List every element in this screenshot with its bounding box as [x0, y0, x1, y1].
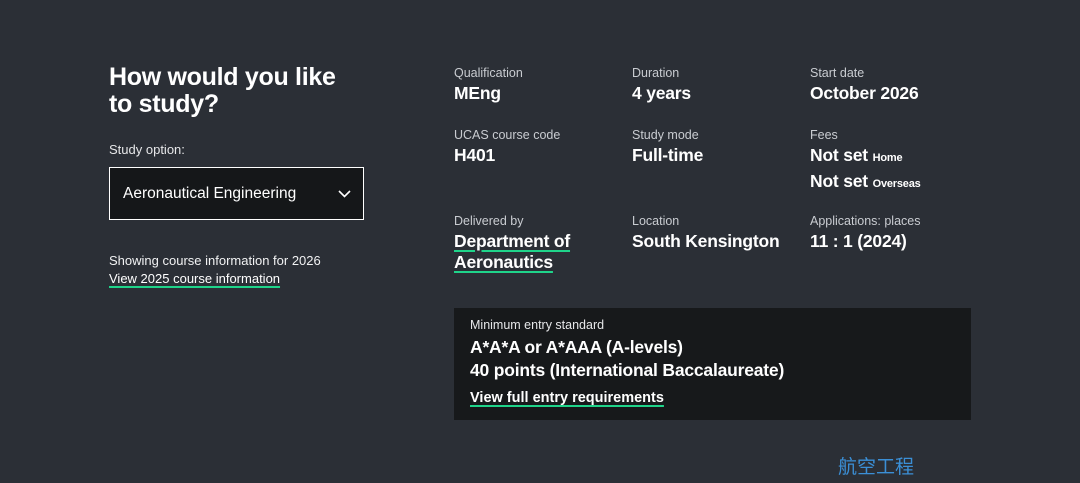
study-option-value: Aeronautical Engineering — [123, 184, 297, 202]
location-value: South Kensington — [632, 231, 780, 251]
location-label: Location — [632, 214, 680, 228]
fees-home-suffix: Home — [872, 152, 903, 164]
entry-ib: 40 points (International Baccalaureate) — [470, 360, 785, 380]
duration-cell: Duration 4 years — [632, 66, 691, 104]
view-2025-link[interactable]: View 2025 course information — [109, 270, 280, 288]
caption-text: 航空工程 — [838, 456, 915, 478]
fees-home: Not set Home — [810, 145, 921, 169]
qualification-cell: Qualification MEng — [454, 66, 523, 104]
applications-value: 11 : 1 (2024) — [810, 231, 907, 251]
applications-label: Applications: places — [810, 214, 921, 228]
study-heading: How would you like to study? — [109, 63, 336, 118]
fees-overseas-suffix: Overseas — [872, 178, 921, 190]
entry-title: Minimum entry standard — [470, 318, 605, 332]
start-date-value: October 2026 — [810, 83, 919, 103]
showing-text: Showing course information for 2026 — [109, 253, 321, 268]
chevron-down-icon — [337, 187, 351, 201]
fees-cell: Fees Not set Home Not set Overseas — [810, 128, 921, 195]
applications-cell: Applications: places 11 : 1 (2024) — [810, 214, 920, 252]
ucas-code-value: H401 — [454, 145, 496, 165]
fees-label: Fees — [810, 128, 838, 142]
entry-requirements-box: Minimum entry standard A*A*A or A*AAA (A… — [454, 308, 971, 420]
department-link[interactable]: Department of Aeronautics — [454, 231, 570, 272]
study-mode-label: Study mode — [632, 128, 699, 142]
study-option-select[interactable]: Aeronautical Engineering — [109, 167, 364, 220]
showing-year-text: Showing course information for 2026 View… — [109, 252, 379, 288]
fees-overseas-value: Not set — [810, 171, 868, 191]
location-cell: Location South Kensington — [632, 214, 780, 252]
start-date-label: Start date — [810, 66, 865, 80]
ucas-code-cell: UCAS course code H401 — [454, 128, 560, 166]
qualification-value: MEng — [454, 83, 501, 103]
study-mode-value: Full-time — [632, 145, 704, 165]
delivered-by-label: Delivered by — [454, 214, 524, 228]
duration-label: Duration — [632, 66, 680, 80]
delivered-by-cell: Delivered by Department of Aeronautics — [454, 214, 614, 273]
study-options-panel: How would you like to study? Study optio… — [109, 64, 379, 288]
fees-home-value: Not set — [810, 145, 868, 165]
study-mode-cell: Study mode Full-time — [632, 128, 703, 166]
entry-alevels: A*A*A or A*AAA (A-levels) — [470, 337, 683, 357]
qualification-label: Qualification — [454, 66, 523, 80]
start-date-cell: Start date October 2026 — [810, 66, 919, 104]
study-option-label: Study option: — [109, 142, 185, 157]
ucas-code-label: UCAS course code — [454, 128, 561, 142]
duration-value: 4 years — [632, 83, 691, 103]
view-entry-requirements-link[interactable]: View full entry requirements — [470, 390, 664, 406]
fees-overseas: Not set Overseas — [810, 171, 921, 195]
